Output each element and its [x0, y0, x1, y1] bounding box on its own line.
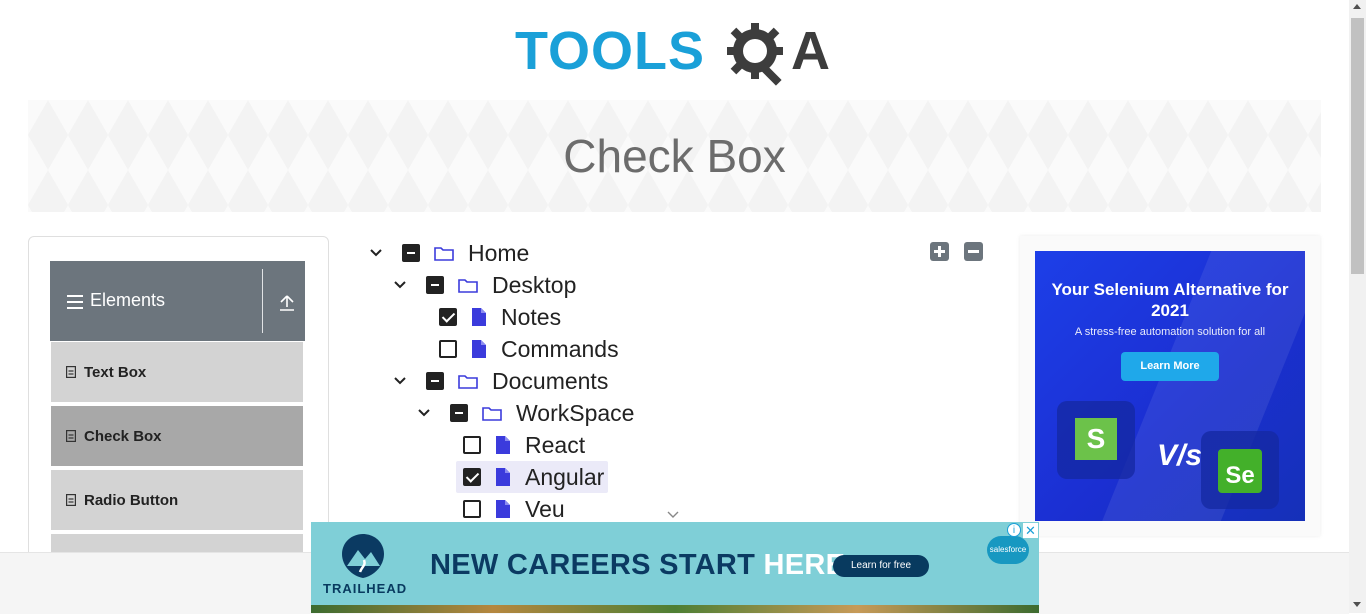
hamburger-icon — [67, 295, 83, 309]
sidebar-item-radio-button[interactable]: Radio Button — [51, 470, 303, 532]
document-icon — [66, 430, 76, 442]
trailhead-brand: TRAILHEAD — [323, 581, 408, 596]
sidebar-item-partial[interactable] — [51, 534, 303, 554]
file-icon — [496, 468, 510, 486]
scrollbar-thumb[interactable] — [1351, 18, 1364, 274]
document-icon — [66, 494, 76, 506]
chevron-down-icon — [667, 511, 679, 518]
header-divider — [262, 269, 263, 333]
chevron-down-icon[interactable] — [416, 405, 432, 421]
checkbox-partial[interactable] — [402, 244, 420, 262]
tree-node-label[interactable]: Documents — [492, 368, 608, 395]
collapse-all-button[interactable] — [964, 242, 983, 261]
group-title: Elements — [90, 290, 166, 310]
scroll-down-arrow-icon[interactable] — [1353, 602, 1361, 607]
sidebar-item-text-box[interactable]: Text Box — [51, 342, 303, 404]
close-icon[interactable]: ✕ — [1023, 523, 1038, 538]
info-icon[interactable]: i — [1007, 523, 1021, 537]
sidebar-item-check-box[interactable]: Check Box — [51, 406, 303, 468]
selenium-alternative-ad[interactable]: Your Selenium Alternative for 2021 A str… — [1035, 251, 1305, 521]
file-icon — [496, 500, 510, 518]
tree-node-label[interactable]: Veu — [525, 496, 565, 523]
sidebar-item-label: Radio Button — [84, 491, 179, 509]
tree-node-angular: Angular — [456, 461, 609, 493]
checkbox-checked[interactable] — [463, 468, 481, 486]
salesforce-logo: salesforce — [987, 536, 1029, 564]
checkbox-partial[interactable] — [426, 276, 444, 294]
ad-headline: Your Selenium Alternative for 2021 — [1051, 280, 1289, 320]
elements-group-header[interactable]: Elements — [50, 261, 305, 341]
folder-icon — [482, 407, 502, 421]
logo-tools-text: TOOLS — [515, 21, 706, 81]
upload-icon — [280, 295, 294, 311]
logo-qa-text: A — [791, 21, 830, 81]
scroll-up-arrow-icon[interactable] — [1353, 4, 1361, 9]
folder-icon — [458, 279, 478, 293]
tree-node-label[interactable]: React — [525, 432, 585, 459]
tree-node-desktop: Desktop — [392, 269, 576, 301]
folder-icon — [458, 375, 478, 389]
tree-node-workspace: WorkSpace — [416, 397, 634, 429]
page-banner: Check Box — [28, 100, 1321, 212]
tree-node-label[interactable]: Commands — [501, 336, 619, 363]
sidebar-item-label: Text Box — [84, 363, 147, 381]
gear-icon — [727, 23, 783, 86]
tree-node-label[interactable]: WorkSpace — [516, 400, 634, 427]
document-icon — [66, 366, 76, 378]
tree-node-commands: Commands — [439, 333, 619, 365]
toolsqa-logo[interactable]: TOOLS A — [515, 16, 845, 90]
tree-node-react: React — [463, 429, 585, 461]
checkbox-partial[interactable] — [450, 404, 468, 422]
file-icon — [472, 340, 486, 358]
tree-node-label[interactable]: Notes — [501, 304, 561, 331]
selenium-logo-icon: Se — [1218, 449, 1262, 493]
sidebar-item-label: Check Box — [84, 427, 162, 445]
checkbox-checked[interactable] — [439, 308, 457, 326]
tool-logo-icon: S — [1075, 418, 1117, 460]
tree-node-documents: Documents — [392, 365, 608, 397]
tree-node-notes: Notes — [439, 301, 561, 333]
tree-node-label[interactable]: Angular — [525, 464, 604, 491]
ad-subtext: A stress-free automation solution for al… — [1074, 326, 1266, 338]
checkbox-unchecked[interactable] — [463, 500, 481, 518]
versus-text: V/s — [1157, 439, 1203, 472]
tree-node-veu: Veu — [463, 493, 565, 525]
tree-node-label[interactable]: Desktop — [492, 272, 576, 299]
page-title: Check Box — [563, 130, 786, 182]
chevron-down-icon[interactable] — [392, 373, 408, 389]
ad-headline: NEW CAREERS START HERE. — [430, 549, 854, 581]
learn-more-button[interactable]: Learn More — [1121, 352, 1219, 381]
trailhead-logo-icon — [342, 534, 384, 578]
checkbox-unchecked[interactable] — [439, 340, 457, 358]
tree-node-label[interactable]: Home — [468, 240, 529, 267]
checkbox-unchecked[interactable] — [463, 436, 481, 454]
chevron-down-icon[interactable] — [392, 277, 408, 293]
ad-photo-strip — [311, 605, 1039, 613]
file-icon — [496, 436, 510, 454]
checkbox-tree: Home Desktop Notes Commands Documents Wo… — [360, 236, 990, 526]
folder-icon — [434, 247, 454, 261]
file-icon — [472, 308, 486, 326]
chevron-down-icon[interactable] — [368, 245, 384, 261]
expand-all-button[interactable] — [930, 242, 949, 261]
trailhead-ad[interactable]: TRAILHEAD NEW CAREERS START HERE. Learn … — [311, 522, 1039, 613]
learn-for-free-button[interactable]: Learn for free — [833, 555, 929, 577]
checkbox-partial[interactable] — [426, 372, 444, 390]
tree-node-home: Home — [368, 237, 529, 269]
